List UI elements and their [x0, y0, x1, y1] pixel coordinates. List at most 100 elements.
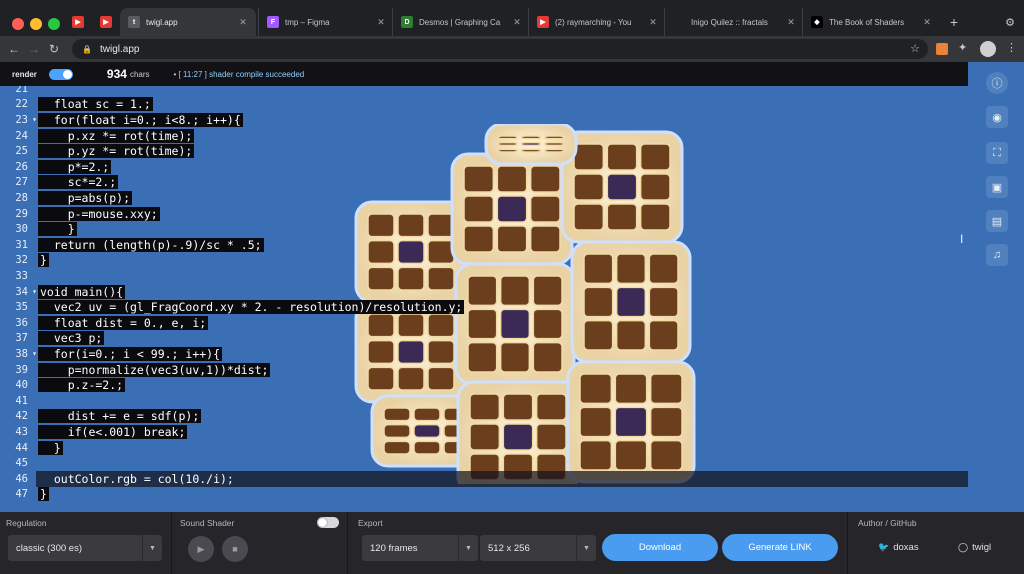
export-section: Export 120 frames ▼ 512 x 256 ▼ Download… [348, 512, 848, 574]
frames-select[interactable]: 120 frames ▼ [362, 535, 478, 561]
code-text: vec2 uv = (gl_FragCoord.xy * 2. - resolu… [38, 300, 465, 315]
chevron-down-icon: ▼ [458, 535, 478, 561]
line-number: 45 [15, 457, 28, 470]
tab-book-of-shaders[interactable]: ◆ The Book of Shaders ✕ [802, 8, 936, 36]
code-line[interactable]: } [38, 487, 49, 503]
code-editor[interactable]: 2122 float sc = 1.;23 for(float i=0.; i<… [0, 83, 968, 512]
code-line[interactable]: p.yz *= rot(time); [38, 143, 195, 159]
code-text: float sc = 1.; [38, 97, 153, 112]
code-text: for(i=0.; i < 99.; i++){ [38, 346, 223, 361]
address-bar[interactable]: 🔒 twigl.app ☆ [72, 39, 928, 59]
tab-title: tmp – Figma [285, 17, 330, 27]
editor-view-icon[interactable]: ▣ [986, 176, 1008, 198]
close-icon[interactable]: ✕ [512, 17, 522, 28]
regulation-section: Regulation classic (300 es) ▼ [0, 512, 172, 574]
tab-title: twigl.app [146, 17, 178, 27]
close-icon[interactable]: ✕ [238, 17, 248, 28]
code-line[interactable]: vec2 uv = (gl_FragCoord.xy * 2. - resolu… [38, 299, 465, 315]
forward-button[interactable]: → [24, 39, 44, 59]
author-title: Author / GitHub [858, 518, 917, 528]
render-label: render [12, 69, 37, 79]
line-number: 47 [15, 488, 28, 501]
generate-link-button[interactable]: Generate LINK [722, 534, 838, 561]
line-number: 32 [15, 254, 28, 267]
line-number: 39 [15, 363, 28, 376]
play-button[interactable]: ▶ [188, 536, 214, 562]
code-line[interactable]: outColor.rgb = col(10./i); [38, 471, 236, 487]
code-line[interactable]: return (length(p)-.9)/sc * .5; [38, 237, 264, 253]
code-text: } [38, 222, 77, 237]
code-line[interactable]: p*=2.; [38, 159, 112, 175]
code-line[interactable]: sc*=2.; [38, 175, 119, 191]
close-window-button[interactable] [12, 18, 24, 30]
twigl-app: 2122 float sc = 1.;23 for(float i=0.; i<… [0, 62, 1024, 574]
regulation-title: Regulation [6, 518, 47, 528]
line-number: 23 [0, 112, 37, 128]
line-number: 29 [15, 207, 28, 220]
tab-twigl[interactable]: t twigl.app ✕ [120, 8, 256, 36]
bottom-panel: Regulation classic (300 es) ▼ Sound Shad… [0, 512, 1024, 574]
code-line[interactable]: p-=mouse.xxy; [38, 206, 160, 222]
code-line[interactable]: for(i=0.; i < 99.; i++){ [38, 346, 223, 362]
text-cursor-icon: I [960, 232, 964, 246]
code-line[interactable]: } [38, 440, 63, 456]
code-line[interactable]: float sc = 1.; [38, 97, 153, 113]
star-icon[interactable]: ☆ [910, 42, 920, 55]
sound-toggle[interactable] [317, 517, 339, 528]
close-icon[interactable]: ✕ [648, 17, 658, 28]
line-number: 41 [15, 394, 28, 407]
tab-youtube-1[interactable]: ▶ [66, 8, 96, 36]
close-icon[interactable]: ✕ [922, 17, 932, 28]
code-text: } [38, 440, 63, 455]
youtube-icon: ▶ [72, 16, 84, 28]
tab-desmos[interactable]: D Desmos | Graphing Ca ✕ [392, 8, 526, 36]
fullscreen-icon[interactable]: ⛶ [986, 142, 1008, 164]
code-text: p.yz *= rot(time); [38, 144, 195, 159]
sound-title: Sound Shader [180, 518, 235, 528]
regulation-select[interactable]: classic (300 es) ▼ [8, 535, 162, 561]
code-line[interactable]: p.z-=2.; [38, 377, 126, 393]
new-tab-button[interactable]: + [944, 8, 964, 36]
menu-icon[interactable]: ⋮ [1006, 41, 1017, 54]
code-line[interactable]: float dist = 0., e, i; [38, 315, 209, 331]
browser-settings-button[interactable]: ⚙ [1000, 8, 1020, 36]
puzzle-icon[interactable]: ✦ [958, 41, 967, 54]
github-link[interactable]: ◯ twigl [958, 542, 991, 553]
minimize-window-button[interactable] [30, 18, 42, 30]
code-line[interactable]: dist += e = sdf(p); [38, 409, 202, 425]
broadcast-icon[interactable]: ◉ [986, 106, 1008, 128]
author-section: Author / GitHub 🐦 doxas ◯ twigl [848, 512, 1024, 574]
code-line[interactable]: vec3 p; [38, 331, 105, 347]
code-line[interactable]: p.xz *= rot(time); [38, 128, 195, 144]
reload-button[interactable]: ↻ [44, 39, 64, 59]
back-button[interactable]: ← [4, 39, 24, 59]
size-select[interactable]: 512 x 256 ▼ [480, 535, 596, 561]
download-button[interactable]: Download [602, 534, 718, 561]
youtube-icon: ▶ [537, 16, 549, 28]
extension-icon[interactable] [936, 43, 948, 55]
info-icon[interactable]: ⓘ [986, 72, 1008, 94]
code-line[interactable]: } [38, 253, 49, 269]
render-toggle[interactable] [48, 68, 73, 80]
maximize-window-button[interactable] [48, 18, 60, 30]
code-text: if(e<.001) break; [38, 424, 188, 439]
code-line[interactable]: p=normalize(vec3(uv,1))*dist; [38, 362, 271, 378]
close-icon[interactable]: ✕ [376, 17, 386, 28]
code-line[interactable]: } [38, 221, 77, 237]
url-text: twigl.app [99, 43, 140, 55]
layout-icon[interactable]: ▤ [986, 210, 1008, 232]
stop-button[interactable]: ■ [222, 536, 248, 562]
tab-figma[interactable]: F tmp – Figma ✕ [258, 8, 390, 36]
close-icon[interactable]: ✕ [786, 17, 796, 28]
tab-youtube-2[interactable]: ▶ [96, 8, 118, 36]
music-icon[interactable]: ♫ [986, 244, 1008, 266]
code-line[interactable]: for(float i=0.; i<8.; i++){ [38, 112, 243, 128]
avatar[interactable] [980, 41, 996, 57]
tab-youtube-raymarching[interactable]: ▶ (2) raymarching - You ✕ [528, 8, 662, 36]
twitter-link[interactable]: 🐦 doxas [878, 542, 919, 553]
tab-inigo-quilez[interactable]: Inigo Quilez :: fractals ✕ [664, 8, 800, 36]
code-line[interactable]: if(e<.001) break; [38, 424, 188, 440]
code-line[interactable]: void main(){ [38, 284, 126, 300]
tab-title: Inigo Quilez :: fractals [691, 17, 768, 27]
code-line[interactable]: p=abs(p); [38, 190, 133, 206]
